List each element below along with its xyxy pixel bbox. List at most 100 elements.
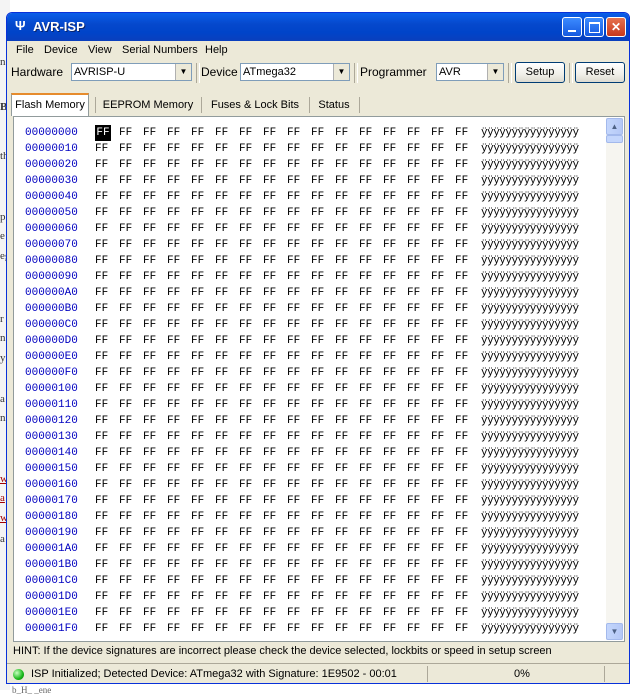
hex-byte[interactable]: FF (455, 413, 473, 429)
hex-byte[interactable]: FF (407, 413, 425, 429)
hex-byte[interactable]: FF (239, 317, 257, 333)
hex-byte[interactable]: FF (383, 189, 401, 205)
hex-byte[interactable]: FF (119, 237, 137, 253)
hex-byte[interactable]: FF (311, 125, 329, 141)
hex-byte[interactable]: FF (335, 477, 353, 493)
hex-byte[interactable]: FF (335, 237, 353, 253)
hex-byte[interactable]: FF (143, 221, 161, 237)
hex-byte[interactable]: FF (359, 509, 377, 525)
hex-byte[interactable]: FF (191, 141, 209, 157)
hex-byte[interactable]: FF (287, 221, 305, 237)
hex-byte[interactable]: FF (359, 525, 377, 541)
hex-byte[interactable]: FF (335, 269, 353, 285)
hex-byte[interactable]: FF (119, 477, 137, 493)
hex-byte[interactable]: FF (263, 365, 281, 381)
hex-byte[interactable]: FF (215, 221, 233, 237)
hex-byte[interactable]: FF (191, 301, 209, 317)
hex-byte[interactable]: FF (359, 589, 377, 605)
hex-byte[interactable]: FF (311, 493, 329, 509)
hex-byte[interactable]: FF (359, 541, 377, 557)
hex-byte[interactable]: FF (359, 285, 377, 301)
hex-byte[interactable]: FF (119, 157, 137, 173)
programmer-select[interactable]: AVR ▼ (436, 63, 504, 81)
hex-byte[interactable]: FF (239, 429, 257, 445)
hex-byte[interactable]: FF (287, 173, 305, 189)
hex-byte[interactable]: FF (431, 429, 449, 445)
hex-byte[interactable]: FF (239, 349, 257, 365)
hex-byte[interactable]: FF (143, 477, 161, 493)
hex-byte[interactable]: FF (455, 221, 473, 237)
hex-byte[interactable]: FF (335, 365, 353, 381)
hex-byte[interactable]: FF (407, 365, 425, 381)
hex-byte[interactable]: FF (407, 349, 425, 365)
hex-byte[interactable]: FF (239, 301, 257, 317)
hex-byte[interactable]: FF (215, 509, 233, 525)
hex-byte[interactable]: FF (143, 397, 161, 413)
hex-byte[interactable]: FF (239, 461, 257, 477)
hex-byte[interactable]: FF (335, 573, 353, 589)
hex-byte[interactable]: FF (455, 397, 473, 413)
hex-byte[interactable]: FF (143, 237, 161, 253)
hex-byte[interactable]: FF (383, 605, 401, 621)
hex-byte[interactable]: FF (215, 205, 233, 221)
hex-byte[interactable]: FF (215, 157, 233, 173)
hex-byte[interactable]: FF (407, 253, 425, 269)
hex-byte[interactable]: FF (359, 333, 377, 349)
hex-byte[interactable]: FF (215, 301, 233, 317)
hex-byte[interactable]: FF (311, 445, 329, 461)
hex-byte[interactable]: FF (383, 269, 401, 285)
hex-byte[interactable]: FF (455, 269, 473, 285)
hex-byte[interactable]: FF (191, 429, 209, 445)
hex-byte[interactable]: FF (95, 525, 113, 541)
hex-byte[interactable]: FF (407, 477, 425, 493)
hex-byte[interactable]: FF (407, 461, 425, 477)
hex-byte[interactable]: FF (407, 173, 425, 189)
hex-byte[interactable]: FF (455, 621, 473, 637)
hex-byte[interactable]: FF (287, 445, 305, 461)
chevron-down-icon[interactable]: ▼ (487, 64, 503, 80)
hex-byte[interactable]: FF (431, 237, 449, 253)
hex-byte[interactable]: FF (455, 573, 473, 589)
hex-byte[interactable]: FF (215, 141, 233, 157)
hex-byte[interactable]: FF (215, 589, 233, 605)
hex-byte[interactable]: FF (359, 269, 377, 285)
hex-byte[interactable]: FF (455, 541, 473, 557)
hex-byte[interactable]: FF (287, 333, 305, 349)
hex-byte[interactable]: FF (335, 317, 353, 333)
hex-byte[interactable]: FF (383, 173, 401, 189)
hex-byte[interactable]: FF (263, 285, 281, 301)
hex-byte[interactable]: FF (431, 141, 449, 157)
hex-byte[interactable]: FF (407, 141, 425, 157)
hex-byte[interactable]: FF (191, 205, 209, 221)
hex-byte[interactable]: FF (167, 589, 185, 605)
hex-byte[interactable]: FF (239, 253, 257, 269)
hex-byte[interactable]: FF (359, 413, 377, 429)
hex-byte[interactable]: FF (143, 461, 161, 477)
hex-byte[interactable]: FF (383, 589, 401, 605)
hex-byte[interactable]: FF (359, 493, 377, 509)
hex-byte[interactable]: FF (359, 397, 377, 413)
hex-byte[interactable]: FF (239, 477, 257, 493)
hex-byte[interactable]: FF (95, 141, 113, 157)
hex-byte[interactable]: FF (191, 445, 209, 461)
hex-byte[interactable]: FF (263, 397, 281, 413)
hex-byte[interactable]: FF (359, 157, 377, 173)
hex-byte[interactable]: FF (311, 333, 329, 349)
hex-byte[interactable]: FF (359, 205, 377, 221)
hex-byte[interactable]: FF (95, 461, 113, 477)
hex-byte[interactable]: FF (407, 445, 425, 461)
hex-byte[interactable]: FF (263, 189, 281, 205)
hex-byte[interactable]: FF (407, 557, 425, 573)
hex-byte[interactable]: FF (335, 189, 353, 205)
hex-byte[interactable]: FF (215, 381, 233, 397)
reset-button[interactable]: Reset (575, 62, 625, 83)
hex-byte[interactable]: FF (143, 365, 161, 381)
hex-byte[interactable]: FF (455, 333, 473, 349)
hex-byte[interactable]: FF (215, 397, 233, 413)
hex-byte[interactable]: FF (143, 301, 161, 317)
hex-byte[interactable]: FF (191, 157, 209, 173)
hex-byte[interactable]: FF (263, 621, 281, 637)
hex-byte[interactable]: FF (119, 125, 137, 141)
hex-byte[interactable]: FF (167, 317, 185, 333)
hex-byte[interactable]: FF (263, 301, 281, 317)
